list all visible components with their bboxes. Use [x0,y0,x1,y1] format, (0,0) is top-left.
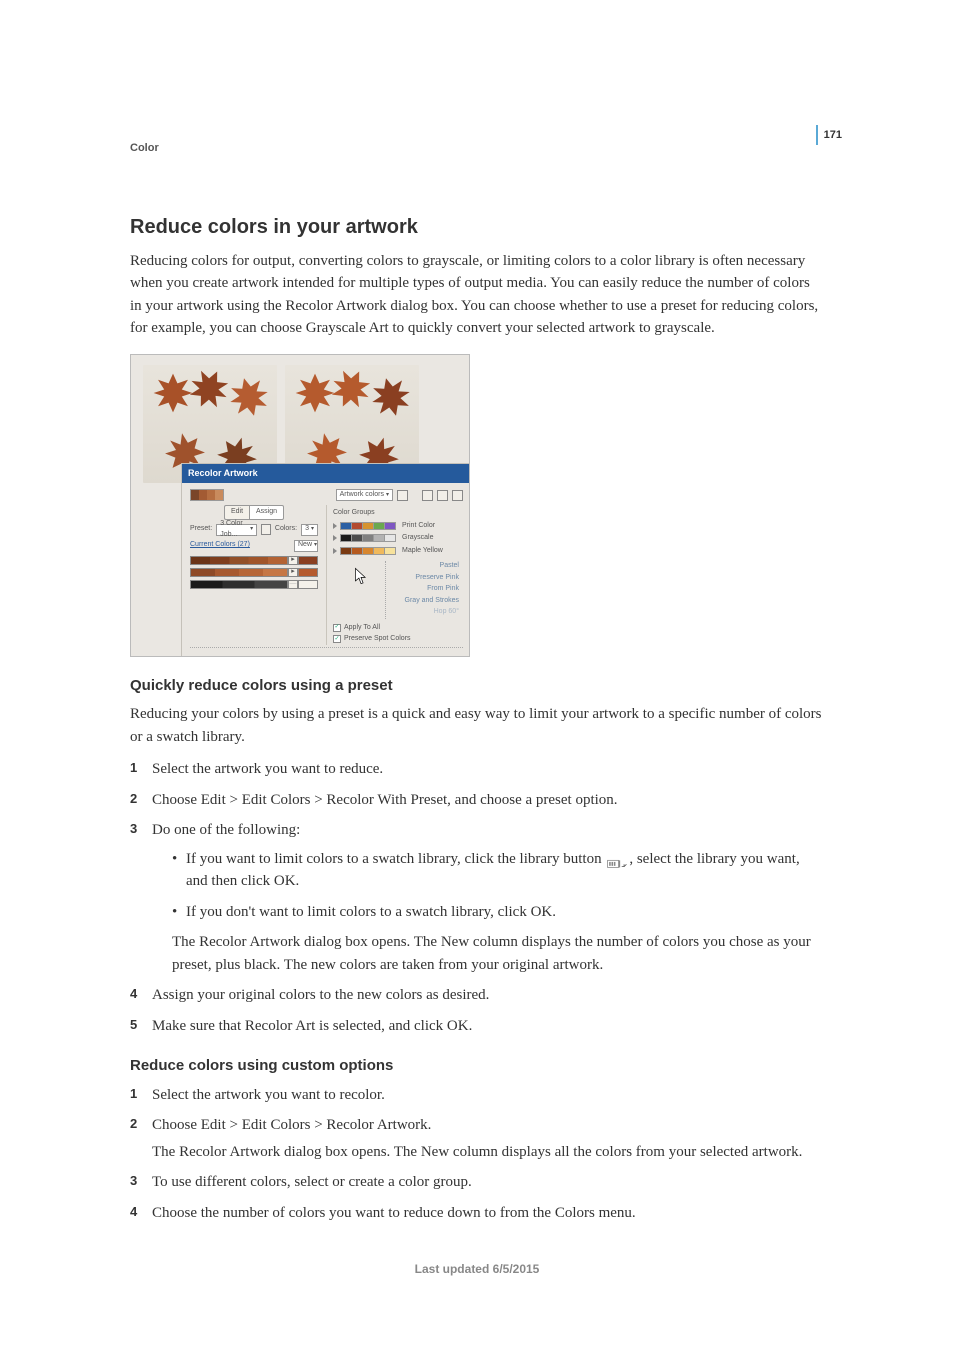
current-colors-label: Current Colors (27) [190,540,276,551]
new-select[interactable]: New [294,540,318,552]
list-item: Assign your original colors to the new c… [130,984,824,1007]
assign-arrow-icon[interactable]: — [288,580,298,589]
delete-color-group-icon[interactable] [452,490,463,501]
new-color-swatch [298,580,318,589]
preset-intro: Reducing your colors by using a preset i… [130,703,824,748]
tab-assign[interactable]: Assign [249,505,284,520]
tab-edit[interactable]: Edit [224,505,249,520]
library-button-icon [607,854,627,865]
recolor-artwork-dialog: Recolor Artwork Artwork colors Edit Assi [181,463,470,656]
page-number: 171 [816,125,842,145]
color-group-name: Maple Yellow [402,546,443,557]
color-group-row[interactable]: Grayscale [333,533,460,544]
color-group-row[interactable]: Maple Yellow [333,546,460,557]
steps-list-custom: Select the artwork you want to recolor. … [130,1084,824,1225]
artwork-colors-select[interactable]: Artwork colors [336,489,393,501]
assign-arrow-icon[interactable]: ▸ [288,568,298,577]
subheading-preset: Quickly reduce colors using a preset [130,675,824,698]
get-colors-from-artwork-icon[interactable] [397,490,408,501]
expand-triangle-icon[interactable] [333,548,337,554]
list-item: If you don't want to limit colors to a s… [172,901,824,924]
list-item: Choose the number of colors you want to … [130,1202,824,1225]
footer-last-updated: Last updated 6/5/2015 [0,1260,954,1278]
color-reduction-options-icon[interactable] [261,524,271,535]
color-row[interactable]: ▸ [190,556,318,565]
expand-triangle-icon[interactable] [333,535,337,541]
list-item: Make sure that Recolor Art is selected, … [130,1015,824,1038]
subheading-custom: Reduce colors using custom options [130,1055,824,1078]
new-color-swatch[interactable] [298,568,318,577]
cursor-icon [354,567,368,585]
preserve-spot-checkbox[interactable]: ✓ [333,635,341,643]
preset-label: Preset: [190,524,212,535]
color-group-name: Grayscale [402,533,434,544]
color-row[interactable]: ▸ [190,568,318,577]
list-item: To use different colors, select or creat… [130,1171,824,1194]
section-heading-reduce-colors: Reduce colors in your artwork [130,212,824,242]
list-item: Choose Edit > Edit Colors > Recolor Artw… [130,1114,824,1163]
color-groups-label: Color Groups [333,508,460,519]
color-row[interactable]: — [190,580,318,589]
breadcrumb: Color [130,140,824,157]
list-item: Select the artwork you want to recolor. [130,1084,824,1107]
steps-list-preset: Select the artwork you want to reduce. C… [130,758,824,1037]
list-item: Select the artwork you want to reduce. [130,758,824,781]
list-item: Do one of the following: If you want to … [130,819,824,976]
colors-label: Colors: [275,524,297,535]
active-color-group-swatches[interactable] [190,489,224,501]
color-group-name[interactable]: From Pink [386,584,460,596]
expand-triangle-icon[interactable] [333,523,337,529]
list-item: Choose Edit > Edit Colors > Recolor With… [130,789,824,812]
color-group-name[interactable]: Preserve Pink [386,573,460,585]
dialog-title: Recolor Artwork [182,464,470,484]
preserve-spot-label: Preserve Spot Colors [344,634,411,645]
preset-select[interactable]: 3 Color Job... [216,524,257,536]
apply-to-all-checkbox[interactable]: ✓ [333,624,341,632]
swatch[interactable] [384,522,396,530]
assign-arrow-icon[interactable]: ▸ [288,556,298,565]
color-group-name[interactable]: Gray and Strokes [386,596,460,608]
new-color-swatch[interactable] [298,556,318,565]
new-color-group-icon[interactable] [422,490,433,501]
intro-paragraph: Reducing colors for output, converting c… [130,250,824,340]
step-note: The Recolor Artwork dialog box opens. Th… [172,931,824,976]
swatch[interactable] [384,534,396,542]
list-item: If you want to limit colors to a swatch … [172,848,824,893]
color-group-name[interactable]: Pastel [386,561,460,573]
color-group-name: Print Color [402,521,435,532]
colors-select[interactable]: 3 [301,524,318,536]
color-group-row[interactable]: Print Color [333,521,460,532]
color-group-name[interactable]: Hop 60° [386,607,460,619]
figure-recolor-artwork: Recolor Artwork Artwork colors Edit Assi [130,354,470,657]
step-note: The Recolor Artwork dialog box opens. Th… [152,1141,824,1164]
save-color-group-icon[interactable] [437,490,448,501]
swatch[interactable] [384,547,396,555]
apply-to-all-label: Apply To All [344,623,380,634]
